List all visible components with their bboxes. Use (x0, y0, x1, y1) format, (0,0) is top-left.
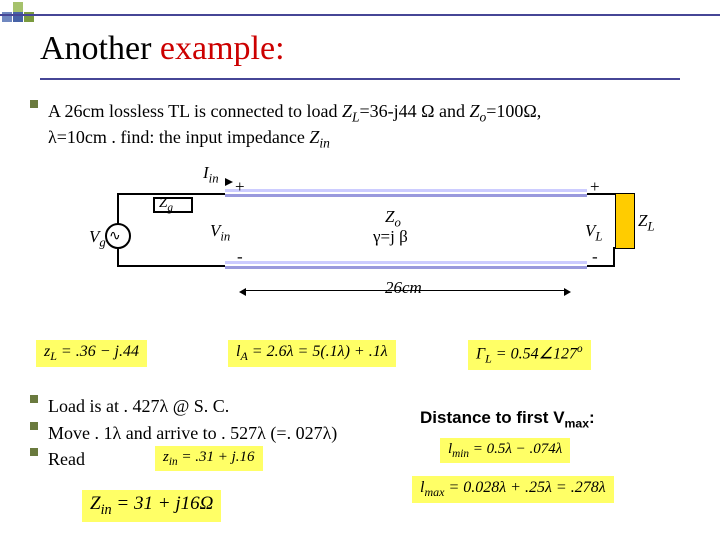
Vg-label: Vg (89, 227, 106, 250)
zin-small-eq: zin = .31 + j.16 (155, 446, 263, 471)
b2a: Move . 1λ and arrive to . 527λ (48, 423, 270, 443)
lmin-eq: lmin = 0.5λ − .074λ (440, 438, 570, 463)
circuit-diagram: ∿ Iin Vg Zg + Vin - Zo γ=j β + VL - ZL 2… (95, 165, 635, 315)
distance-label: Distance to first Vmax: (420, 408, 595, 430)
lA-eq: lA = 2.6λ = 5(.1λ) + .1λ (228, 340, 396, 367)
ZLs: L (352, 110, 360, 125)
header-rule (0, 14, 720, 16)
title-red: example: (160, 30, 285, 67)
tl-top-conductor (225, 189, 587, 197)
length-label: 26cm (385, 278, 422, 298)
VL-label: VL (585, 221, 602, 244)
dl2: max (565, 416, 590, 430)
title-underline (40, 78, 680, 80)
bullet-icon (30, 395, 38, 403)
current-arrow-icon (225, 178, 233, 186)
Zo: Z (470, 101, 480, 121)
b3-text: Read (48, 448, 690, 471)
t3: =100Ω, (486, 101, 541, 121)
bullet-icon (30, 422, 38, 430)
dl1: Distance to first V (420, 408, 565, 427)
plus-right: + (590, 177, 600, 197)
Gamma-eq: ΓL = 0.54∠127o (468, 340, 591, 370)
lmax-eq: lmax = 0.028λ + .25λ = .278λ (412, 476, 614, 503)
tl-bottom-conductor (225, 261, 587, 269)
gamma-label: γ=j β (373, 227, 408, 247)
wire (613, 247, 615, 267)
Zg-label: Zg (159, 195, 173, 214)
minus-left: - (237, 247, 243, 267)
Zin: Z (309, 127, 319, 147)
ZL-label: ZL (638, 211, 655, 234)
Zins: in (319, 136, 330, 151)
minus-right: - (592, 247, 598, 267)
corner-logo (2, 2, 36, 33)
bullet-icon (30, 448, 38, 456)
problem-item: A 26cm lossless TL is connected to load … (30, 100, 690, 153)
t4: λ=10cm . find: the input impedance (48, 127, 309, 147)
lower-bullets: Load is at . 427λ @ S. C. Move . 1λ and … (30, 395, 690, 475)
b2b: (=. 027λ) (270, 423, 337, 443)
wire (117, 247, 119, 267)
t1: A 26cm lossless TL is connected to load (48, 101, 342, 121)
wire (117, 193, 119, 225)
wire (585, 265, 615, 267)
title-black: Another (40, 30, 160, 67)
Zin-big-eq: Zin = 31 + j16Ω (82, 490, 221, 522)
plus-left: + (235, 177, 245, 197)
wire (117, 265, 227, 267)
page-title: Another example: (40, 30, 285, 68)
dl3: : (589, 408, 595, 427)
body: A 26cm lossless TL is connected to load … (30, 100, 690, 157)
t2: =36-j44 Ω and (360, 101, 470, 121)
b3: Read (30, 448, 690, 471)
Iin-label: Iin (203, 163, 219, 186)
Vin-label: Vin (210, 221, 230, 244)
zL-eq: zL = .36 − j.44 (36, 340, 147, 367)
sine-icon: ∿ (109, 227, 121, 244)
problem-text: A 26cm lossless TL is connected to load … (48, 100, 690, 153)
zl-box (615, 193, 635, 249)
ZL: Z (342, 101, 352, 121)
bullet-icon (30, 100, 38, 108)
